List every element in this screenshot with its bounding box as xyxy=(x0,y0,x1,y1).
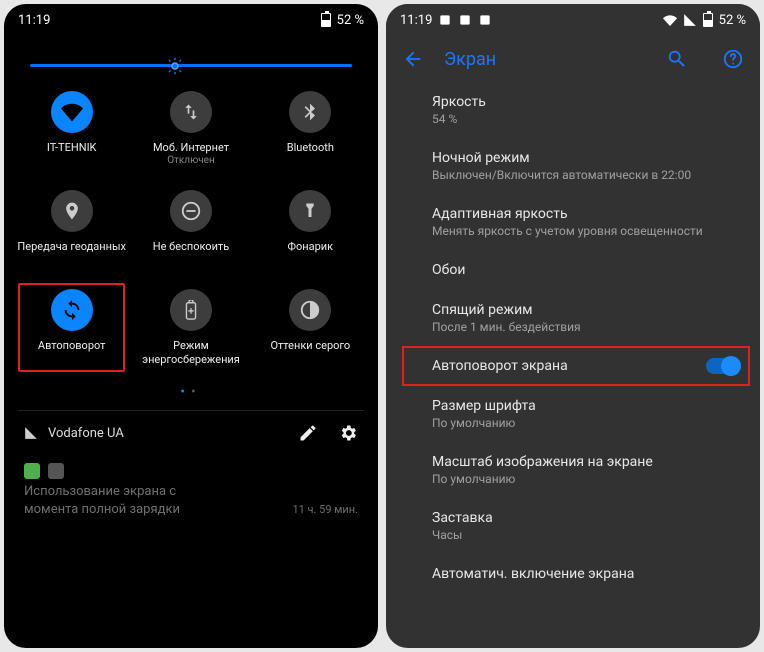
setting-title: Обои xyxy=(432,262,740,278)
edit-icon[interactable] xyxy=(298,423,318,443)
setting-title: Размер шрифта xyxy=(432,398,740,414)
battery-icon xyxy=(170,289,212,331)
qs-sublabel: Отключен xyxy=(167,155,215,167)
qs-label: Не беспокоить xyxy=(153,240,229,254)
setting-title: Ночной режим xyxy=(432,150,740,166)
app-icon xyxy=(478,13,492,27)
page-indicator[interactable]: •• xyxy=(4,378,378,410)
setting-screensaver[interactable]: Заставка Часы xyxy=(386,498,760,554)
qs-label: Bluetooth xyxy=(287,141,334,155)
notif-app-icons xyxy=(24,463,358,479)
notif-duration: 11 ч. 59 мин. xyxy=(292,501,358,519)
setting-sub: По умолчанию xyxy=(432,416,740,430)
signal-icon xyxy=(24,426,38,440)
qs-tile-battery-saver[interactable]: Режим энергосбережения xyxy=(133,283,248,378)
slider-track xyxy=(30,64,352,67)
app-icon xyxy=(438,13,452,27)
status-time: 11:19 xyxy=(400,13,432,28)
qs-tile-wifi[interactable]: IT-TEHNIK xyxy=(14,85,129,180)
qs-label: IT-TEHNIK xyxy=(47,141,97,155)
setting-adaptive-brightness[interactable]: Адаптивная яркость Менять яркость с учет… xyxy=(386,194,760,250)
setting-auto-on[interactable]: Автоматич. включение экрана xyxy=(386,554,760,594)
battery-percent: 52 % xyxy=(719,13,746,28)
wifi-icon xyxy=(663,13,677,27)
brightness-thumb-icon[interactable] xyxy=(166,57,184,75)
notif-line: момента полной зарядки xyxy=(24,501,180,519)
setting-title: Заставка xyxy=(432,510,740,526)
setting-title: Адаптивная яркость xyxy=(432,206,740,222)
page-title: Экран xyxy=(444,49,646,70)
qs-tile-grayscale[interactable]: Оттенки серого xyxy=(253,283,368,378)
rotate-icon xyxy=(51,289,93,331)
signal-icon xyxy=(683,13,697,27)
setting-sub: 54 % xyxy=(432,112,740,126)
setting-font-size[interactable]: Размер шрифта По умолчанию xyxy=(386,386,760,442)
qs-label: Оттенки серого xyxy=(270,339,350,353)
quick-settings-grid: IT-TEHNIK Моб. Интернет Отключен Bluetoo… xyxy=(4,85,378,378)
qs-tile-location[interactable]: Передача геоданных xyxy=(14,184,129,279)
brightness-slider[interactable] xyxy=(4,36,378,85)
setting-sub: Часы xyxy=(432,528,740,542)
wifi-icon xyxy=(51,91,93,133)
setting-sub: Менять яркость с учетом уровня освещенно… xyxy=(432,224,740,238)
bluetooth-icon xyxy=(289,91,331,133)
settings-list[interactable]: Яркость 54 % Ночной режим Выключен/Включ… xyxy=(386,82,760,594)
app-icon xyxy=(48,463,64,479)
setting-title: Яркость xyxy=(432,94,740,110)
setting-display-size[interactable]: Масштаб изображения на экране По умолчан… xyxy=(386,442,760,498)
setting-title: Масштаб изображения на экране xyxy=(432,454,740,470)
location-icon xyxy=(51,190,93,232)
qs-label: Режим энергосбережения xyxy=(133,339,248,367)
qs-tile-bluetooth[interactable]: Bluetooth xyxy=(253,85,368,180)
setting-sub: Выключен/Включится автоматически в 22:00 xyxy=(432,168,740,182)
setting-sub: По умолчанию xyxy=(432,472,740,486)
setting-night-mode[interactable]: Ночной режим Выключен/Включится автомати… xyxy=(386,138,760,194)
qs-label: Моб. Интернет xyxy=(153,141,229,155)
app-icon xyxy=(24,463,40,479)
status-right: 52 % xyxy=(321,13,364,28)
qs-tile-mobile-data[interactable]: Моб. Интернет Отключен xyxy=(133,85,248,180)
display-settings-screen: 11:19 52 % Экран Яркость 54 % Ночно xyxy=(386,4,760,648)
carrier-name: Vodafone UA xyxy=(48,426,124,441)
quick-settings-panel: 11:19 52 % IT-TEHNIK Моб. Интернет Отклю… xyxy=(4,4,378,648)
setting-autorotate[interactable]: Автоповорот экрана xyxy=(386,346,760,386)
carrier-row: Vodafone UA xyxy=(4,411,378,455)
qs-tile-dnd[interactable]: Не беспокоить xyxy=(133,184,248,279)
help-button[interactable] xyxy=(722,48,744,70)
contrast-icon xyxy=(289,289,331,331)
gear-icon[interactable] xyxy=(338,423,358,443)
app-icon xyxy=(458,13,472,27)
setting-wallpaper[interactable]: Обои xyxy=(386,250,760,290)
setting-title: Автоповорот экрана xyxy=(432,358,568,374)
setting-title: Спящий режим xyxy=(432,302,740,318)
setting-brightness[interactable]: Яркость 54 % xyxy=(386,82,760,138)
flashlight-icon xyxy=(289,190,331,232)
battery-icon xyxy=(703,13,713,27)
app-bar: Экран xyxy=(386,36,760,82)
qs-label: Автоповорот xyxy=(38,339,106,353)
qs-tile-flashlight[interactable]: Фонарик xyxy=(253,184,368,279)
qs-label: Фонарик xyxy=(288,240,334,254)
qs-label: Передача геоданных xyxy=(17,240,126,254)
status-bar: 11:19 52 % xyxy=(386,4,760,36)
qs-tile-autorotate[interactable]: Автоповорот xyxy=(14,283,129,378)
notif-text: Использование экрана с момента полной за… xyxy=(24,483,358,519)
autorotate-toggle[interactable] xyxy=(706,358,740,374)
status-bar: 11:19 52 % xyxy=(4,4,378,36)
battery-icon xyxy=(321,13,331,27)
setting-sub: После 1 мин. бездействия xyxy=(432,320,740,334)
search-button[interactable] xyxy=(666,48,688,70)
setting-title: Автоматич. включение экрана xyxy=(432,566,740,582)
swap-icon xyxy=(170,91,212,133)
setting-sleep[interactable]: Спящий режим После 1 мин. бездействия xyxy=(386,290,760,346)
dnd-icon xyxy=(170,190,212,232)
notification-area[interactable]: Использование экрана с момента полной за… xyxy=(4,455,378,531)
battery-percent: 52 % xyxy=(337,13,364,28)
notif-line: Использование экрана с xyxy=(24,483,180,501)
status-time: 11:19 xyxy=(18,13,50,28)
back-button[interactable] xyxy=(402,48,424,70)
